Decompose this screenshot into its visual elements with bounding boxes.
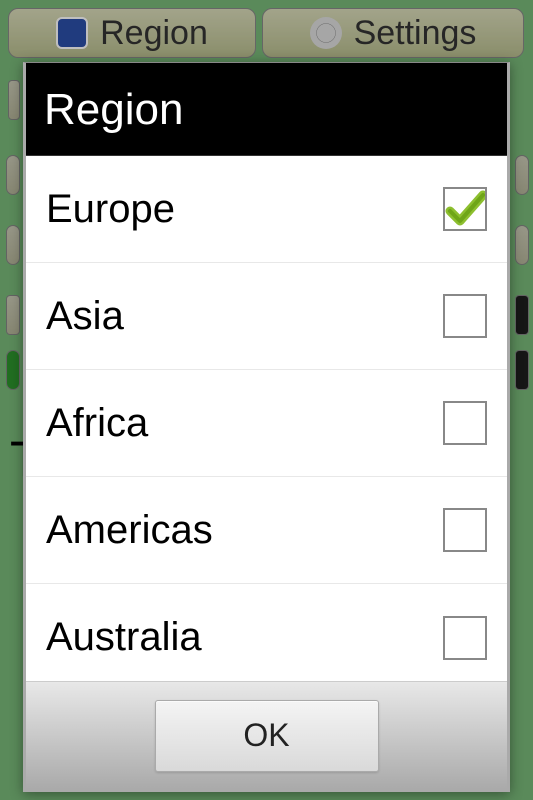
region-dialog: Region Europe Asia Africa Americas: [23, 62, 510, 792]
checkbox[interactable]: [443, 294, 487, 338]
bg-shape: [515, 155, 529, 195]
bg-shape: [515, 225, 529, 265]
bg-settings-button: Settings: [262, 8, 524, 58]
bg-shape: [6, 225, 20, 265]
region-item-label: Africa: [46, 401, 148, 446]
globe-icon: [56, 17, 88, 49]
region-item-europe[interactable]: Europe: [26, 156, 507, 263]
bg-region-label: Region: [100, 14, 208, 53]
region-item-africa[interactable]: Africa: [26, 370, 507, 477]
bg-shape: [6, 295, 20, 335]
checkbox[interactable]: [443, 187, 487, 231]
region-item-label: Europe: [46, 187, 175, 232]
region-item-label: Australia: [46, 615, 202, 660]
bg-shape: [6, 350, 20, 390]
region-item-australia[interactable]: Australia: [26, 584, 507, 681]
dialog-title: Region: [26, 63, 507, 156]
dialog-footer: OK: [26, 681, 507, 789]
checkbox[interactable]: [443, 401, 487, 445]
region-item-americas[interactable]: Americas: [26, 477, 507, 584]
ok-button[interactable]: OK: [155, 700, 379, 772]
bg-settings-label: Settings: [354, 14, 477, 53]
bg-shape: [8, 80, 20, 120]
bg-shape: [6, 155, 20, 195]
check-icon: [445, 189, 485, 229]
bg-shape: [515, 350, 529, 390]
region-item-label: Americas: [46, 508, 213, 553]
gear-icon: [310, 17, 342, 49]
region-item-label: Asia: [46, 294, 124, 339]
region-list: Europe Asia Africa Americas Australia: [26, 156, 507, 681]
region-item-asia[interactable]: Asia: [26, 263, 507, 370]
bg-region-button: Region: [8, 8, 256, 58]
checkbox[interactable]: [443, 508, 487, 552]
bg-shape: [515, 295, 529, 335]
checkbox[interactable]: [443, 616, 487, 660]
